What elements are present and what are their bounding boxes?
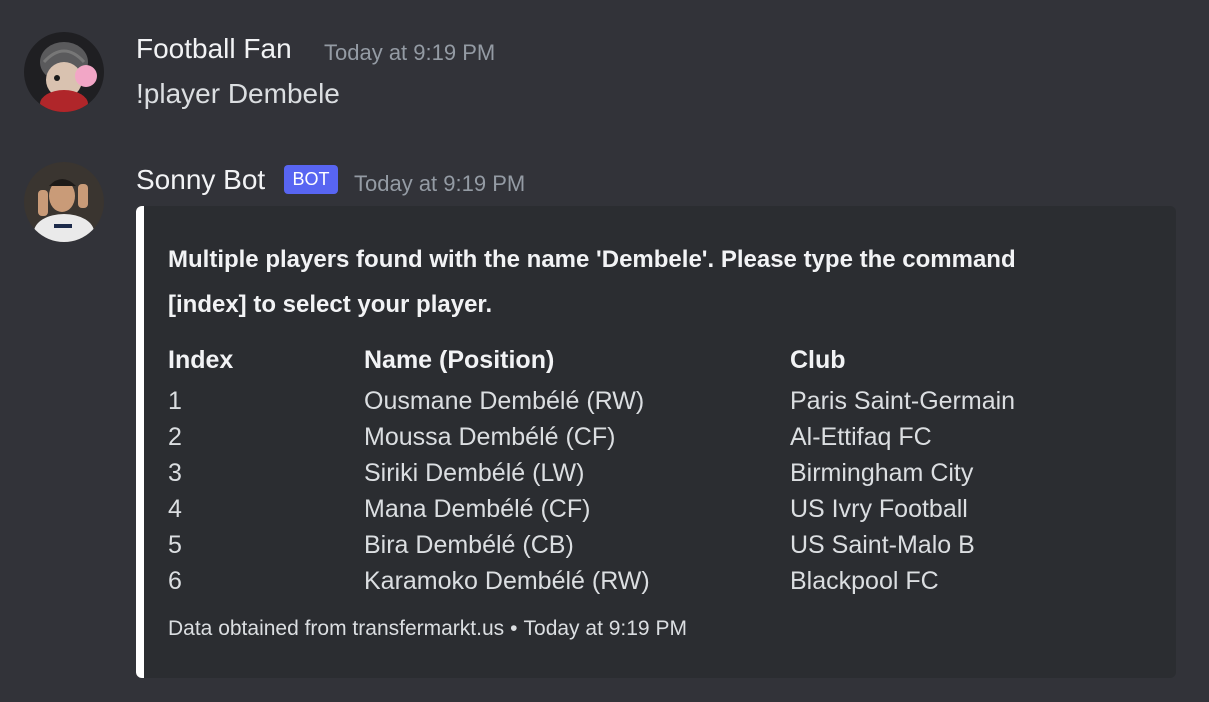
cell-club: Birmingham City: [790, 459, 974, 487]
column-header-index: Index: [168, 346, 234, 374]
column-header-club: Club: [790, 346, 846, 374]
cell-name: Siriki Dembélé (LW): [364, 459, 585, 487]
cell-name: Ousmane Dembélé (RW): [364, 387, 645, 415]
bot-badge: BOT: [284, 165, 338, 194]
cell-index: 4: [168, 495, 182, 523]
cell-name: Karamoko Dembélé (RW): [364, 567, 650, 595]
footer-separator: •: [510, 617, 518, 640]
cell-index: 3: [168, 459, 182, 487]
cell-club: US Saint-Malo B: [790, 531, 975, 559]
cell-name: Bira Dembélé (CB): [364, 531, 574, 559]
footer-text: Data obtained from transfermarkt.us: [168, 617, 505, 640]
message-timestamp: Today at 9:19 PM: [354, 171, 526, 196]
cell-index: 5: [168, 531, 182, 559]
cell-index: 6: [168, 567, 182, 595]
column-header-name: Name (Position): [364, 346, 555, 374]
embed-description-line-1: Multiple players found with the name 'De…: [168, 246, 1016, 273]
cell-club: Paris Saint-Germain: [790, 387, 1016, 415]
author-name[interactable]: Sonny Bot: [136, 164, 265, 196]
footer-timestamp: Today at 9:19 PM: [523, 617, 687, 640]
embed-footer: Data obtained from transfermarkt.us • Toda…: [168, 617, 687, 641]
cell-club: Al-Ettifaq FC: [790, 423, 932, 451]
cell-name: Moussa Dembélé (CF): [364, 423, 616, 451]
bot-avatar-icon[interactable]: [24, 162, 104, 242]
cell-club: US Ivry Football: [790, 495, 968, 523]
cell-index: 2: [168, 423, 182, 451]
player-search-embed: Multiple players found with the name 'De…: [136, 206, 1176, 678]
embed-accent-bar: [136, 206, 144, 678]
message-sonny-bot: Sonny Bot BOT Today at 9:19 PM Multiple …: [0, 0, 1209, 702]
cell-index: 1: [168, 387, 182, 415]
cell-name: Mana Dembélé (CF): [364, 495, 591, 523]
embed-description-line-2: [index] to select your player.: [168, 291, 493, 318]
cell-club: Blackpool FC: [790, 567, 939, 595]
